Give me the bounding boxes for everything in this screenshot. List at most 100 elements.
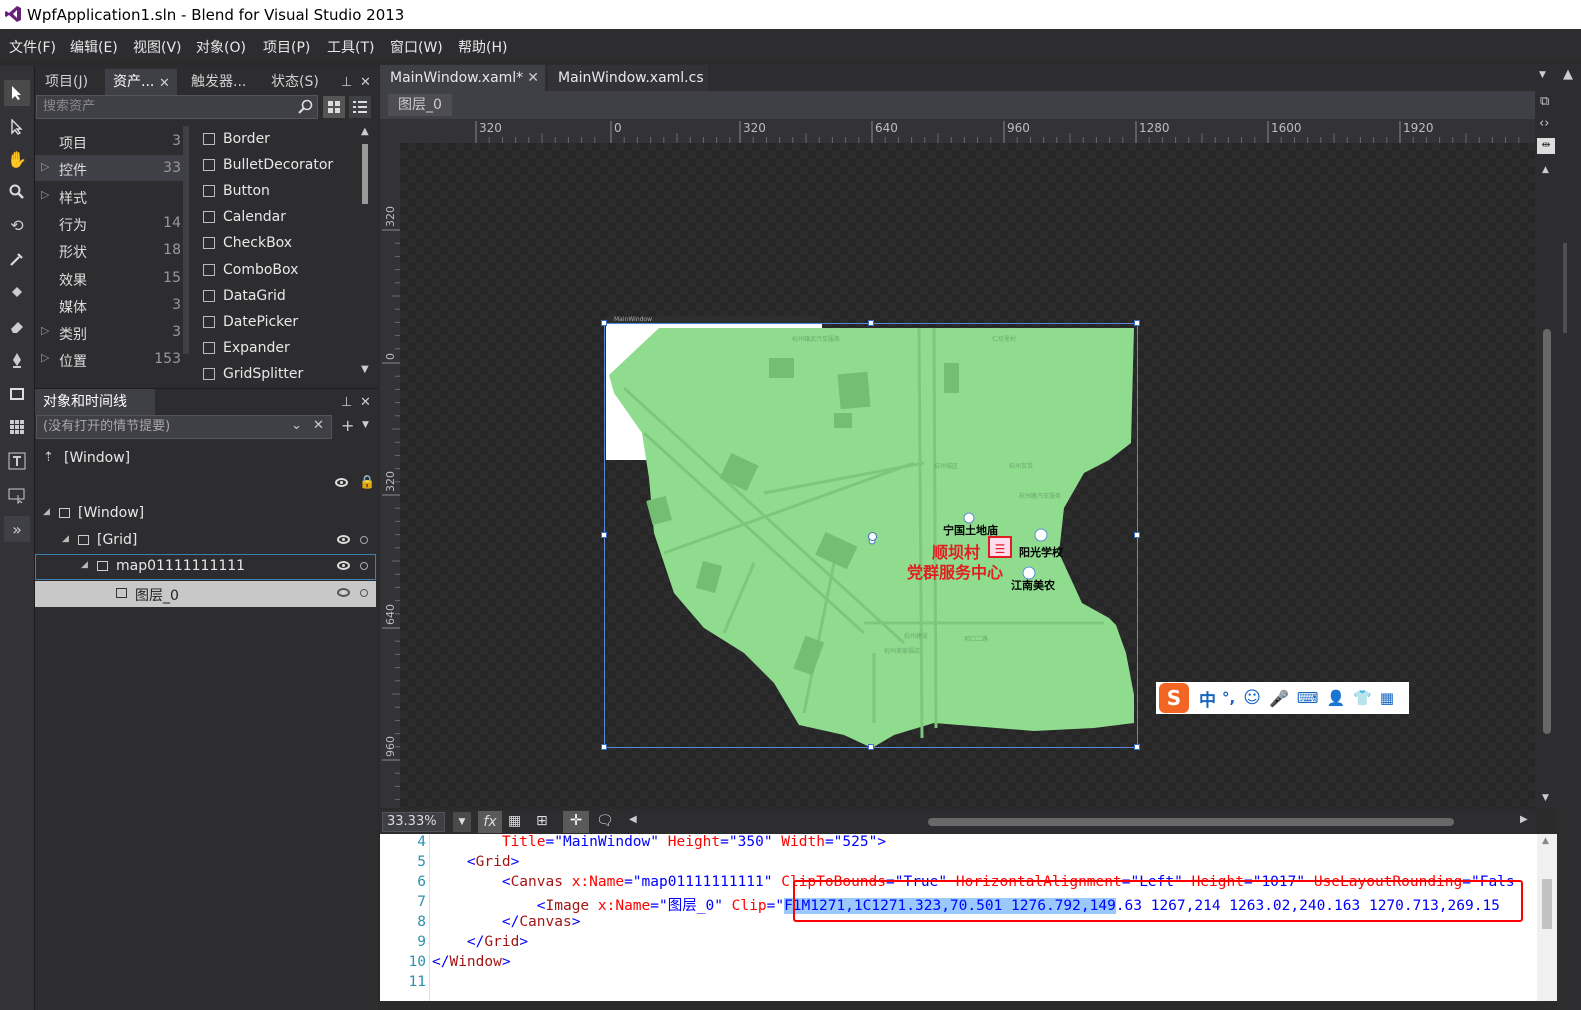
tab-states[interactable]: 状态(S) xyxy=(263,69,333,95)
storyboard-close-icon[interactable]: ✕ xyxy=(313,418,324,433)
code-line[interactable]: </Window> xyxy=(432,954,511,970)
tab-mainwindow-xaml[interactable]: MainWindow.xaml* ✕ xyxy=(380,65,545,91)
scroll-up-icon[interactable]: ▲ xyxy=(1542,836,1549,846)
lock-toggle-icon[interactable] xyxy=(360,588,368,597)
tabs-overflow-icon[interactable]: ▼ xyxy=(1539,70,1546,80)
category-item[interactable]: 行为 14 xyxy=(35,210,185,236)
storyboard-menu-chevron-icon[interactable]: ▼ xyxy=(362,420,369,430)
scope-root[interactable]: ⇡ [Window] xyxy=(35,446,376,472)
eye-icon[interactable] xyxy=(335,478,348,487)
code-line[interactable]: </Grid> xyxy=(432,934,528,950)
xaml-vertical-scrollbar[interactable]: ▲ xyxy=(1537,834,1557,1001)
category-item[interactable]: 媒体 3 xyxy=(35,292,185,318)
eye-icon[interactable] xyxy=(337,561,350,570)
horizontal-scroll-thumb[interactable] xyxy=(928,818,1454,826)
search-icon[interactable] xyxy=(298,99,313,114)
code-line[interactable]: <Grid> xyxy=(432,854,519,870)
pen-tool-icon[interactable] xyxy=(4,347,30,373)
zoom-input[interactable]: 33.33% xyxy=(382,812,445,832)
expand-arrow-icon[interactable]: ▷ xyxy=(41,324,49,337)
objects-close-icon[interactable]: ✕ xyxy=(360,395,371,410)
tab-objects-timeline[interactable]: 对象和时间线(B) xyxy=(35,389,155,436)
code-toggle-icon[interactable]: ‹› xyxy=(1539,116,1549,131)
resize-handle[interactable] xyxy=(601,320,607,326)
effects-fx-icon[interactable]: fx xyxy=(478,811,502,833)
pin-icon[interactable]: ⊥ xyxy=(341,75,352,90)
copy-icon[interactable]: ⧉ xyxy=(1540,94,1549,109)
tree-item[interactable]: ◢ map01111111111 xyxy=(35,554,376,580)
lock-icon[interactable]: 🔒 xyxy=(359,475,375,490)
snap-lines-icon[interactable]: ✛ xyxy=(563,811,589,833)
ime-punct-label[interactable]: °, xyxy=(1222,689,1235,707)
scroll-up-icon[interactable]: ▲ xyxy=(1542,165,1549,175)
paint-bucket-tool-icon[interactable] xyxy=(4,279,30,305)
zoom-dropdown-icon[interactable]: ▼ xyxy=(453,812,471,832)
assets-expander-icon[interactable]: » xyxy=(4,516,30,542)
add-storyboard-icon[interactable]: + xyxy=(341,416,354,435)
category-item[interactable]: 形状 18 xyxy=(35,237,185,263)
pan-tool-icon[interactable]: ✋ xyxy=(4,146,30,172)
menu-object[interactable]: 对象(O) xyxy=(196,37,246,57)
resize-handle[interactable] xyxy=(1134,532,1140,538)
expand-arrow-icon[interactable]: ▷ xyxy=(41,351,49,364)
menu-file[interactable]: 文件(F) xyxy=(9,37,56,57)
controls-scrollbar[interactable]: ▲ ▼ xyxy=(360,126,370,378)
textblock-tool-icon[interactable] xyxy=(4,448,30,474)
tree-item[interactable]: ◢ [Window] xyxy=(35,501,376,527)
artboard[interactable]: MainWindow 杭州雄武汽车服务 仁坊里村 杭州城区 杭州百货 杭州路汽车… xyxy=(400,143,1535,808)
eraser-tool-icon[interactable] xyxy=(4,313,30,339)
expand-arrow-icon[interactable]: ▷ xyxy=(41,188,49,201)
emoji-icon[interactable]: ☺ xyxy=(1243,688,1261,708)
menu-tools[interactable]: 工具(T) xyxy=(327,37,374,57)
tab-close-icon[interactable]: ✕ xyxy=(527,65,539,91)
ime-mode-label[interactable]: 中 xyxy=(1199,686,1216,711)
resize-handle[interactable] xyxy=(1134,744,1140,750)
objects-pin-icon[interactable]: ⊥ xyxy=(341,395,352,410)
resize-handle[interactable] xyxy=(1134,320,1140,326)
ime-toolbar[interactable]: S 中 °, ☺ 🎤 ⌨ 👤 👕 ▦ xyxy=(1156,682,1409,714)
show-grid-icon[interactable]: ▦ xyxy=(508,813,530,831)
resize-handle[interactable] xyxy=(601,532,607,538)
render-transform-origin[interactable] xyxy=(868,532,877,541)
categories-scrollbar[interactable] xyxy=(183,126,189,354)
expand-arrow-icon[interactable]: ◢ xyxy=(81,560,88,570)
scroll-right-icon[interactable]: ▶ xyxy=(1520,814,1528,825)
rectangle-tool-icon[interactable] xyxy=(4,381,30,407)
code-line[interactable]: </Canvas> xyxy=(432,914,581,930)
category-item[interactable]: ▷ 样式 xyxy=(35,183,185,209)
lock-toggle-icon[interactable] xyxy=(360,562,368,570)
eyedropper-tool-icon[interactable] xyxy=(4,246,30,272)
toolbox-grid-icon[interactable]: ▦ xyxy=(1380,689,1394,707)
resize-handle[interactable] xyxy=(868,744,874,750)
annotation-icon[interactable]: 🗨 xyxy=(596,813,618,831)
panel-close-icon[interactable]: ✕ xyxy=(360,75,371,90)
lock-toggle-icon[interactable] xyxy=(360,535,368,544)
tab-assets-close-icon[interactable]: ✕ xyxy=(159,76,170,91)
artboard-vertical-scrollbar[interactable]: ⧉ ‹› ⇹ ▲ ▼ xyxy=(1535,91,1557,808)
grid-view-icon[interactable] xyxy=(323,96,345,118)
expand-arrow-icon[interactable]: ▷ xyxy=(41,160,49,173)
menu-window[interactable]: 窗口(W) xyxy=(390,37,443,57)
assets-search-input[interactable]: 搜索资产 xyxy=(36,95,318,119)
tree-item[interactable]: ◢ [Grid] xyxy=(35,528,376,554)
resize-handle[interactable] xyxy=(601,744,607,750)
split-view-icon[interactable]: ⇹ xyxy=(1537,138,1555,154)
category-item[interactable]: ▷ 类别 3 xyxy=(35,319,185,345)
category-item[interactable]: ▷ 位置 153 xyxy=(35,346,185,372)
camera-orbit-tool-icon[interactable]: ⟲ xyxy=(4,212,30,238)
selection-tool-icon[interactable] xyxy=(4,80,30,106)
tab-triggers[interactable]: 触发器... xyxy=(183,69,261,95)
eye-icon[interactable] xyxy=(337,534,350,544)
direct-selection-tool-icon[interactable] xyxy=(4,114,30,140)
grid-tool-icon[interactable] xyxy=(4,414,30,440)
xaml-editor[interactable]: 4 Title="MainWindow" Height="350" Width=… xyxy=(380,834,1537,1001)
resize-handle[interactable] xyxy=(868,320,874,326)
list-view-icon[interactable] xyxy=(349,96,371,118)
user-icon[interactable]: 👤 xyxy=(1327,689,1346,707)
menu-help[interactable]: 帮助(H) xyxy=(458,37,507,57)
microphone-icon[interactable]: 🎤 xyxy=(1269,689,1289,708)
keyboard-icon[interactable]: ⌨ xyxy=(1297,689,1319,707)
menu-project[interactable]: 项目(P) xyxy=(263,37,310,57)
storyboard-dropdown-icon[interactable]: ⌄ xyxy=(291,418,302,433)
category-item[interactable]: ▷ 控件 33 xyxy=(35,155,185,182)
